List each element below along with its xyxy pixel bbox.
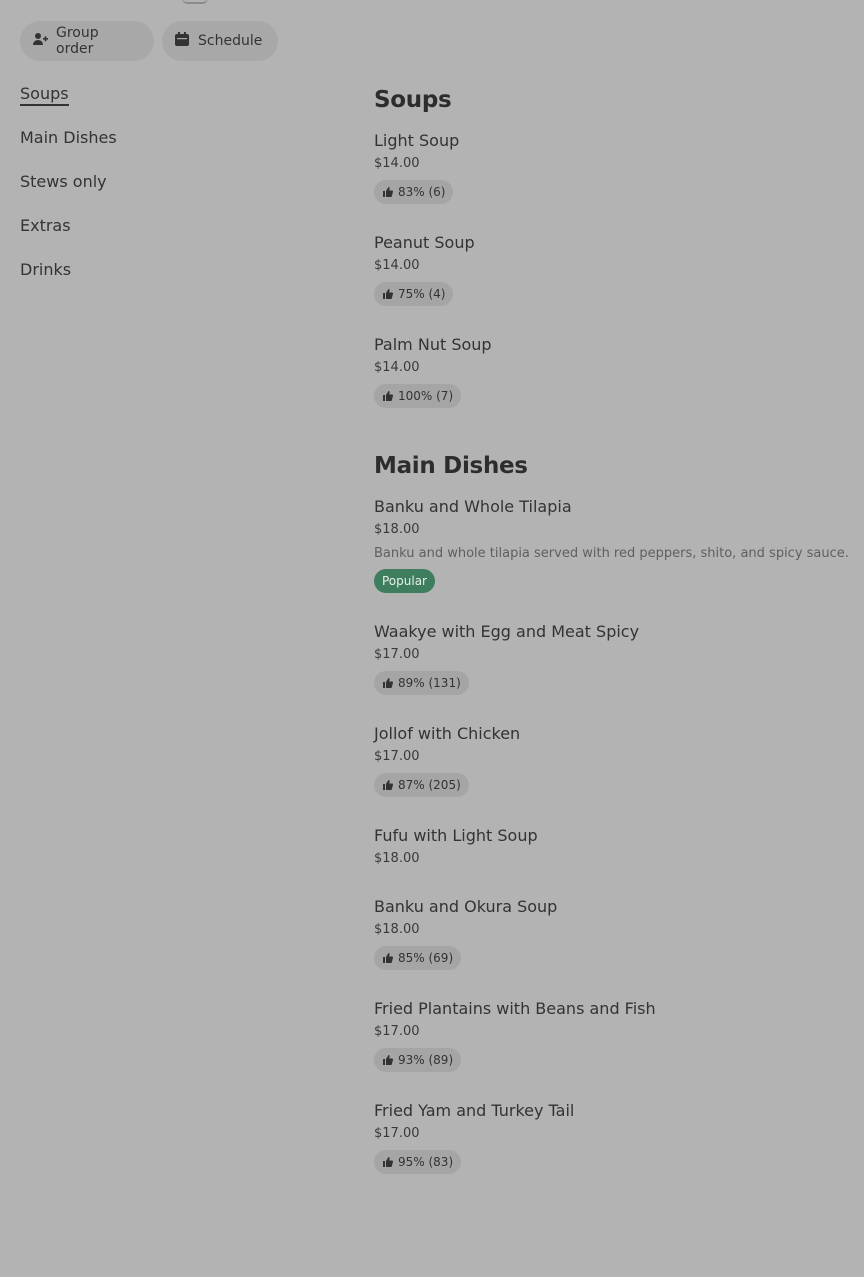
item-price: $14.00 xyxy=(374,156,420,171)
thumbs-up-icon xyxy=(383,1157,394,1167)
item-name: Banku and Okura Soup xyxy=(374,897,558,916)
rating-badge: 100% (7) xyxy=(374,384,462,408)
item-price: $18.00 xyxy=(374,851,420,866)
item-name: Jollof with Chicken xyxy=(374,724,521,743)
add-person-icon xyxy=(32,31,48,51)
item-description: Banku and whole tilapia served with red … xyxy=(374,546,849,561)
rating-badge: 75% (4) xyxy=(374,282,454,306)
item-name: Fried Plantains with Beans and Fish xyxy=(374,999,656,1018)
item-name: Palm Nut Soup xyxy=(374,335,492,354)
menu-item[interactable]: Fufu with Light Soup $18.00 xyxy=(374,825,844,868)
menu-item[interactable]: Light Soup $14.00 83% (6) xyxy=(374,130,844,204)
nav-item-soups[interactable]: Soups xyxy=(20,82,117,126)
item-price: $18.00 xyxy=(374,522,420,537)
schedule-button[interactable]: Schedule xyxy=(162,21,278,61)
section-title: Soups xyxy=(374,87,452,113)
rating-badge: 85% (69) xyxy=(374,946,462,970)
item-name: Fried Yam and Turkey Tail xyxy=(374,1101,575,1120)
item-price: $17.00 xyxy=(374,647,420,662)
rating-badge: 89% (131) xyxy=(374,671,469,695)
nav-item-extras[interactable]: Extras xyxy=(20,214,117,258)
nav-item-stews-only[interactable]: Stews only xyxy=(20,170,117,214)
item-name: Light Soup xyxy=(374,131,460,150)
item-name: Fufu with Light Soup xyxy=(374,826,538,845)
group-order-button[interactable]: Group order xyxy=(20,21,154,61)
schedule-label: Schedule xyxy=(198,33,263,49)
item-price: $14.00 xyxy=(374,360,420,375)
rating-text: 89% (131) xyxy=(398,676,461,690)
menu-item[interactable]: Fried Plantains with Beans and Fish $17.… xyxy=(374,998,844,1072)
thumbs-up-icon xyxy=(383,187,394,197)
top-strip xyxy=(0,0,864,8)
rating-badge: 87% (205) xyxy=(374,773,469,797)
partial-header-glyph xyxy=(182,0,208,4)
thumbs-up-icon xyxy=(383,678,394,688)
menu-content: Soups Light Soup $14.00 83% (6) Peanut S… xyxy=(374,86,849,1218)
menu-item[interactable]: Peanut Soup $14.00 75% (4) xyxy=(374,232,844,306)
thumbs-up-icon xyxy=(383,1055,394,1065)
item-price: $14.00 xyxy=(374,258,420,273)
menu-item[interactable]: Palm Nut Soup $14.00 100% (7) xyxy=(374,334,844,408)
item-price: $17.00 xyxy=(374,749,420,764)
item-price: $17.00 xyxy=(374,1024,420,1039)
rating-text: 93% (89) xyxy=(398,1053,454,1067)
item-price: $17.00 xyxy=(374,1126,420,1141)
section-soups: Soups Light Soup $14.00 83% (6) Peanut S… xyxy=(374,86,844,408)
menu-item[interactable]: Banku and Okura Soup $18.00 85% (69) xyxy=(374,896,844,970)
rating-badge: 95% (83) xyxy=(374,1150,462,1174)
menu-item[interactable]: Jollof with Chicken $17.00 87% (205) xyxy=(374,723,844,797)
menu-item[interactable]: Fried Yam and Turkey Tail $17.00 95% (83… xyxy=(374,1100,844,1174)
rating-text: 75% (4) xyxy=(398,287,446,301)
item-name: Banku and Whole Tilapia xyxy=(374,497,572,516)
thumbs-up-icon xyxy=(383,780,394,790)
thumbs-up-icon xyxy=(383,289,394,299)
category-nav: Soups Main Dishes Stews only Extras Drin… xyxy=(20,82,117,302)
item-name: Peanut Soup xyxy=(374,233,475,252)
group-order-label: Group order xyxy=(56,25,99,57)
thumbs-up-icon xyxy=(383,953,394,963)
menu-item[interactable]: Banku and Whole Tilapia $18.00 Banku and… xyxy=(374,496,849,593)
rating-badge: 83% (6) xyxy=(374,180,454,204)
popular-badge: Popular xyxy=(374,569,435,593)
rating-text: 87% (205) xyxy=(398,778,461,792)
nav-item-drinks[interactable]: Drinks xyxy=(20,258,117,302)
thumbs-up-icon xyxy=(383,391,394,401)
item-name: Waakye with Egg and Meat Spicy xyxy=(374,622,640,641)
rating-text: 83% (6) xyxy=(398,185,446,199)
rating-text: 85% (69) xyxy=(398,951,454,965)
section-title: Main Dishes xyxy=(374,453,528,479)
rating-badge: 93% (89) xyxy=(374,1048,462,1072)
section-main-dishes: Main Dishes Banku and Whole Tilapia $18.… xyxy=(374,452,849,1174)
calendar-icon xyxy=(174,31,190,51)
item-price: $18.00 xyxy=(374,922,420,937)
menu-item[interactable]: Waakye with Egg and Meat Spicy $17.00 89… xyxy=(374,621,844,695)
nav-item-main-dishes[interactable]: Main Dishes xyxy=(20,126,117,170)
rating-text: 95% (83) xyxy=(398,1155,454,1169)
rating-text: 100% (7) xyxy=(398,389,454,403)
